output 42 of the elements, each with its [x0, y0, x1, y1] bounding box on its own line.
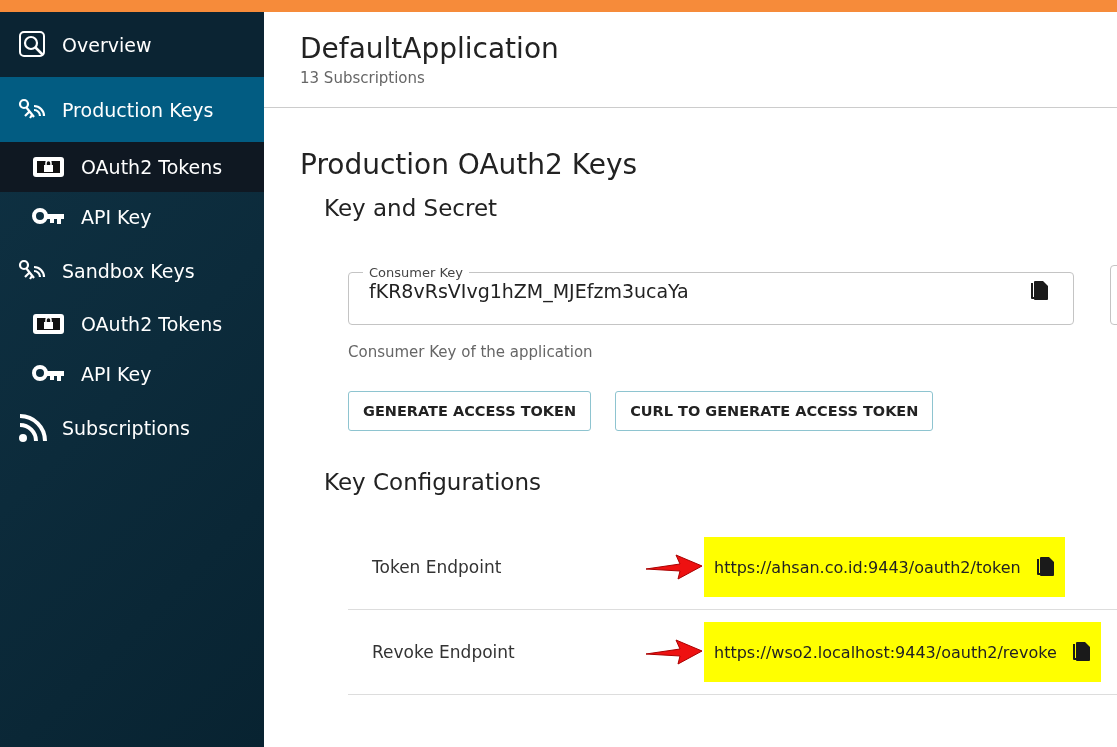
- lock-icon: [32, 156, 65, 178]
- sidebar-item[interactable]: Subscriptions: [0, 399, 264, 456]
- sidebar-subitem[interactable]: API Key: [0, 349, 264, 399]
- endpoint-label: Revoke Endpoint: [371, 642, 516, 662]
- application-title: DefaultApplication: [300, 32, 560, 65]
- sidebar-subitem[interactable]: OAuth2 Tokens: [0, 299, 264, 349]
- copy-icon[interactable]: [1070, 641, 1091, 663]
- subscription-count: 13 Subscriptions: [300, 69, 426, 87]
- search-icon: [18, 29, 48, 60]
- key-icon: [32, 208, 65, 226]
- section-title: Key and Secret: [324, 195, 499, 221]
- feed-icon: [18, 412, 48, 443]
- sidebar-item-label: Sandbox Keys: [62, 259, 195, 282]
- arrow-annotation-icon: [644, 552, 704, 582]
- copy-icon[interactable]: [1034, 556, 1055, 578]
- lock-icon: [32, 313, 65, 335]
- page-title: Production OAuth2 Keys: [300, 148, 639, 181]
- sidebar-subitem[interactable]: OAuth2 Tokens: [0, 142, 264, 192]
- sidebar-item-label: Overview: [62, 33, 152, 56]
- sidebar-item-label: Production Keys: [62, 98, 214, 121]
- action-button[interactable]: GENERATE ACCESS TOKEN: [348, 391, 592, 431]
- sidebar-item[interactable]: Sandbox Keys: [0, 242, 264, 299]
- sidebar-item-label: Subscriptions: [62, 416, 190, 439]
- arrow-annotation-icon: [644, 637, 704, 667]
- sidebar-subitem[interactable]: API Key: [0, 192, 264, 242]
- input-field[interactable]: Consumer Key fKR8vRsVIvg1hZM_MJEfzm3ucaYa: [348, 265, 1074, 325]
- field-helper-text: Consumer Key of the application: [348, 343, 594, 361]
- endpoint-label: Token Endpoint: [371, 557, 503, 577]
- section-title: Key Configurations: [324, 469, 542, 495]
- action-button[interactable]: CURL TO GENERATE ACCESS TOKEN: [615, 391, 934, 431]
- field-value: fKR8vRsVIvg1hZM_MJEfzm3ucaYa: [369, 280, 689, 302]
- key-icon: [32, 365, 65, 383]
- sidebar-item[interactable]: Production Keys: [0, 77, 264, 142]
- sidebar-item[interactable]: Overview: [0, 12, 264, 77]
- sidebar-subitem-label: API Key: [81, 363, 152, 385]
- sidebar-subitem-label: OAuth2 Tokens: [81, 313, 223, 335]
- endpoint-url: https://ahsan.co.id:9443/oauth2/token: [714, 557, 1021, 577]
- sidebar-subitem-label: OAuth2 Tokens: [81, 156, 223, 178]
- field-label: Consumer Key: [368, 265, 464, 280]
- sidebar-subitem-label: API Key: [81, 206, 152, 228]
- copy-icon[interactable]: [1029, 280, 1049, 302]
- endpoint-url: https://wso2.localhost:9443/oauth2/revoke: [714, 642, 1057, 662]
